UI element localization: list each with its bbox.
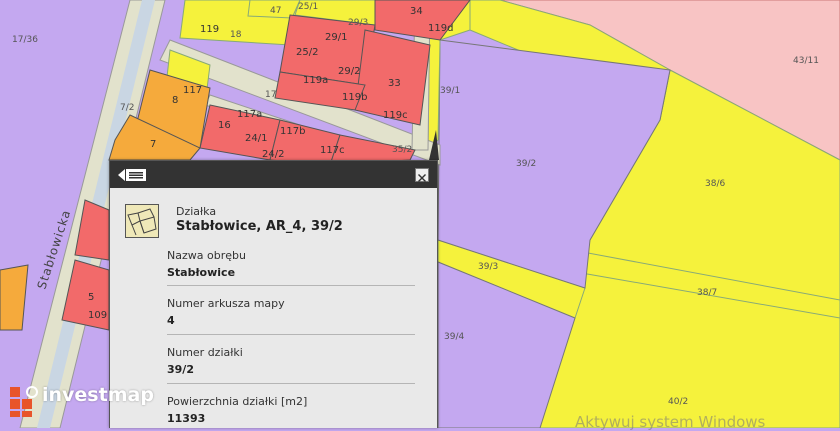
label-39-2: 39/2 (516, 159, 536, 169)
label-117: 117 (183, 85, 202, 96)
label-25-2: 25/2 (296, 47, 318, 58)
label-119d: 119d (428, 23, 453, 34)
investmap-logo-icon[interactable] (8, 385, 42, 419)
label-109: 109 (88, 310, 107, 321)
label-29-3: 29/3 (348, 18, 368, 28)
label-24-2: 24/2 (262, 149, 284, 160)
popup-header (110, 161, 437, 188)
field-value: 4 (167, 314, 175, 327)
field-numer-dzialki: Numer działki 39/2 (167, 346, 415, 376)
label-17: 17 (265, 90, 276, 100)
field-value: 11393 (167, 412, 206, 425)
popup-type-label: Działka (176, 205, 217, 218)
label-7: 7 (150, 139, 156, 150)
field-separator (167, 285, 415, 286)
label-16: 16 (218, 120, 231, 131)
label-39-1: 39/1 (440, 86, 460, 96)
label-38-7: 38/7 (697, 288, 717, 298)
label-39-4: 39/4 (444, 332, 464, 342)
label-119b: 119b (342, 92, 367, 103)
field-label: Numer arkusza mapy (167, 297, 285, 310)
field-label: Powierzchnia działki [m2] (167, 395, 308, 408)
label-29-1: 29/1 (325, 32, 347, 43)
back-list-icon[interactable] (118, 168, 148, 182)
parcel-map-icon (125, 204, 159, 238)
popup-pointer (429, 130, 439, 160)
label-119: 119 (200, 24, 219, 35)
label-8: 8 (172, 95, 178, 106)
field-powierzchnia: Powierzchnia działki [m2] 11393 (167, 395, 415, 425)
label-18: 18 (230, 30, 242, 40)
field-separator (167, 383, 415, 384)
label-119a: 119a (303, 75, 328, 86)
close-icon[interactable] (415, 168, 429, 182)
field-value: 39/2 (167, 363, 194, 376)
label-17-36: 17/36 (12, 35, 38, 45)
popup-title: Stabłowice, AR_4, 39/2 (176, 219, 343, 234)
label-33: 33 (388, 78, 401, 89)
label-38-6: 38/6 (705, 179, 725, 189)
label-39-3: 39/3 (478, 262, 498, 272)
field-label: Numer działki (167, 346, 243, 359)
label-25-1: 25/1 (298, 2, 318, 12)
field-label: Nazwa obrębu (167, 249, 246, 262)
label-47: 47 (270, 6, 281, 16)
label-40-2: 40/2 (668, 397, 688, 407)
windows-activation-watermark: Aktywuj system Windows (575, 413, 766, 431)
label-119c: 119c (383, 110, 408, 121)
label-5: 5 (88, 292, 94, 303)
label-29-2: 29/2 (338, 66, 360, 77)
label-34: 34 (410, 6, 423, 17)
label-7-2: 7/2 (120, 103, 134, 113)
label-117c: 117c (320, 145, 345, 156)
label-24-1: 24/1 (245, 133, 267, 144)
label-117a: 117a (237, 109, 262, 120)
label-43-11: 43/11 (793, 56, 819, 66)
field-numer-arkusza: Numer arkusza mapy 4 (167, 297, 415, 327)
parcel-info-popup: Działka Stabłowice, AR_4, 39/2 Nazwa obr… (109, 160, 438, 428)
label-117b: 117b (280, 126, 305, 137)
field-separator (167, 334, 415, 335)
field-value: Stabłowice (167, 266, 236, 279)
label-35-2: 35/2 (392, 145, 412, 155)
field-nazwa-obrebu: Nazwa obrębu Stabłowice (167, 249, 415, 279)
investmap-logo-text[interactable]: investmap (42, 384, 154, 406)
